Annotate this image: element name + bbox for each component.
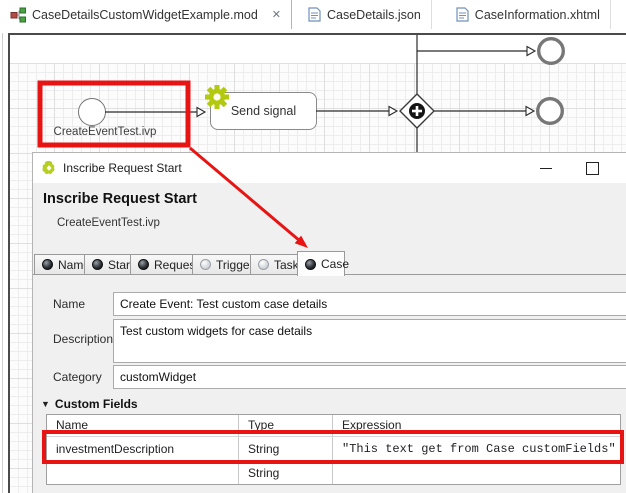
xhtml-file-icon — [456, 7, 469, 22]
script-gear-icon — [204, 84, 230, 110]
canvas-frame-top — [8, 33, 626, 35]
cell-name[interactable] — [47, 463, 239, 484]
editor-tab-label: CaseDetails.json — [327, 8, 421, 22]
column-header-expression: Expression — [333, 415, 620, 436]
table-row-empty[interactable]: String — [47, 463, 620, 484]
collapse-triangle-icon: ▼ — [41, 399, 50, 409]
dialog-tab-start[interactable]: Start — [84, 254, 131, 275]
dialog-tab-case[interactable]: Case — [297, 251, 345, 276]
task-label: Send signal — [231, 104, 296, 118]
name-field-label: Name — [53, 297, 85, 311]
editor-tab-json-file[interactable]: CaseDetails.json — [292, 0, 432, 29]
custom-fields-title: Custom Fields — [55, 397, 138, 411]
editor-left-margin — [2, 33, 3, 493]
dialog-tab-trigger[interactable]: Trigger — [192, 254, 251, 275]
dialog-tab-name[interactable]: Name — [34, 254, 85, 275]
inscribe-request-start-dialog: Inscribe Request Start Inscribe Request … — [32, 152, 626, 493]
dialog-tab-request[interactable]: Request — [130, 254, 193, 275]
table-header-row: Name Type Expression — [47, 415, 620, 436]
dialog-heading: Inscribe Request Start — [43, 191, 197, 207]
minimize-button[interactable] — [533, 159, 559, 177]
cell-name[interactable]: investmentDescription — [47, 437, 239, 462]
start-event-label: CreateEventTest.ivp — [38, 126, 172, 138]
axon-ivy-logo-icon — [41, 160, 57, 176]
column-header-name: Name — [47, 415, 239, 436]
name-input[interactable] — [113, 292, 626, 316]
category-input[interactable] — [113, 365, 626, 389]
dialog-tab-label: Trigger — [216, 258, 254, 272]
editor-tab-xhtml-file[interactable]: CaseInformation.xhtml — [432, 0, 611, 29]
custom-fields-section-header[interactable]: ▼ Custom Fields — [41, 397, 138, 411]
tab-close-icon[interactable]: ✕ — [272, 8, 281, 21]
dialog-title-bar[interactable]: Inscribe Request Start — [33, 153, 626, 183]
tab-state-dot-icon — [42, 259, 53, 270]
tab-state-dot-icon — [200, 259, 211, 270]
description-field-label: Description — [53, 332, 113, 346]
cell-expression[interactable] — [333, 463, 620, 484]
dialog-tab-task[interactable]: Task — [250, 254, 298, 275]
canvas-frame-left — [8, 33, 10, 493]
editor-tab-bar: CaseDetailsCustomWidgetExample.mod ✕ Cas… — [0, 0, 626, 29]
dialog-tab-label: Task — [274, 258, 299, 272]
column-header-type: Type — [239, 415, 333, 436]
start-event-circle[interactable] — [78, 98, 106, 126]
table-row-investment-description[interactable]: investmentDescription String "This text … — [47, 436, 620, 463]
editor-tab-label: CaseDetailsCustomWidgetExample.mod — [32, 8, 258, 22]
dialog-tab-label: Case — [321, 257, 349, 271]
json-file-icon — [308, 7, 321, 22]
axon-ivy-designer-window: CaseDetailsCustomWidgetExample.mod ✕ Cas… — [0, 0, 626, 493]
dialog-subheading: CreateEventTest.ivp — [57, 217, 160, 229]
cell-type[interactable]: String — [239, 437, 333, 462]
tab-state-dot-icon — [305, 259, 316, 270]
dialog-title: Inscribe Request Start — [63, 161, 182, 175]
tab-state-dot-icon — [258, 259, 269, 270]
editor-tab-label: CaseInformation.xhtml — [475, 8, 600, 22]
tab-state-dot-icon — [92, 259, 103, 270]
custom-fields-table[interactable]: Name Type Expression investmentDescripti… — [46, 414, 621, 485]
tab-state-dot-icon — [138, 259, 149, 270]
process-model-file-icon — [10, 7, 26, 23]
editor-tab-mod-file[interactable]: CaseDetailsCustomWidgetExample.mod ✕ — [0, 0, 292, 29]
dialog-header: Inscribe Request Start CreateEventTest.i… — [33, 183, 626, 251]
minimize-icon — [540, 168, 552, 169]
category-field-label: Category — [53, 370, 102, 384]
cell-type[interactable]: String — [239, 463, 333, 484]
description-input[interactable]: Test custom widgets for case details — [113, 319, 626, 363]
maximize-button[interactable] — [579, 159, 605, 177]
cell-expression[interactable]: "This text get from Case customFields" — [333, 437, 620, 462]
case-tab-content: Name Description Test custom widgets for… — [33, 275, 626, 493]
maximize-icon — [586, 162, 599, 175]
